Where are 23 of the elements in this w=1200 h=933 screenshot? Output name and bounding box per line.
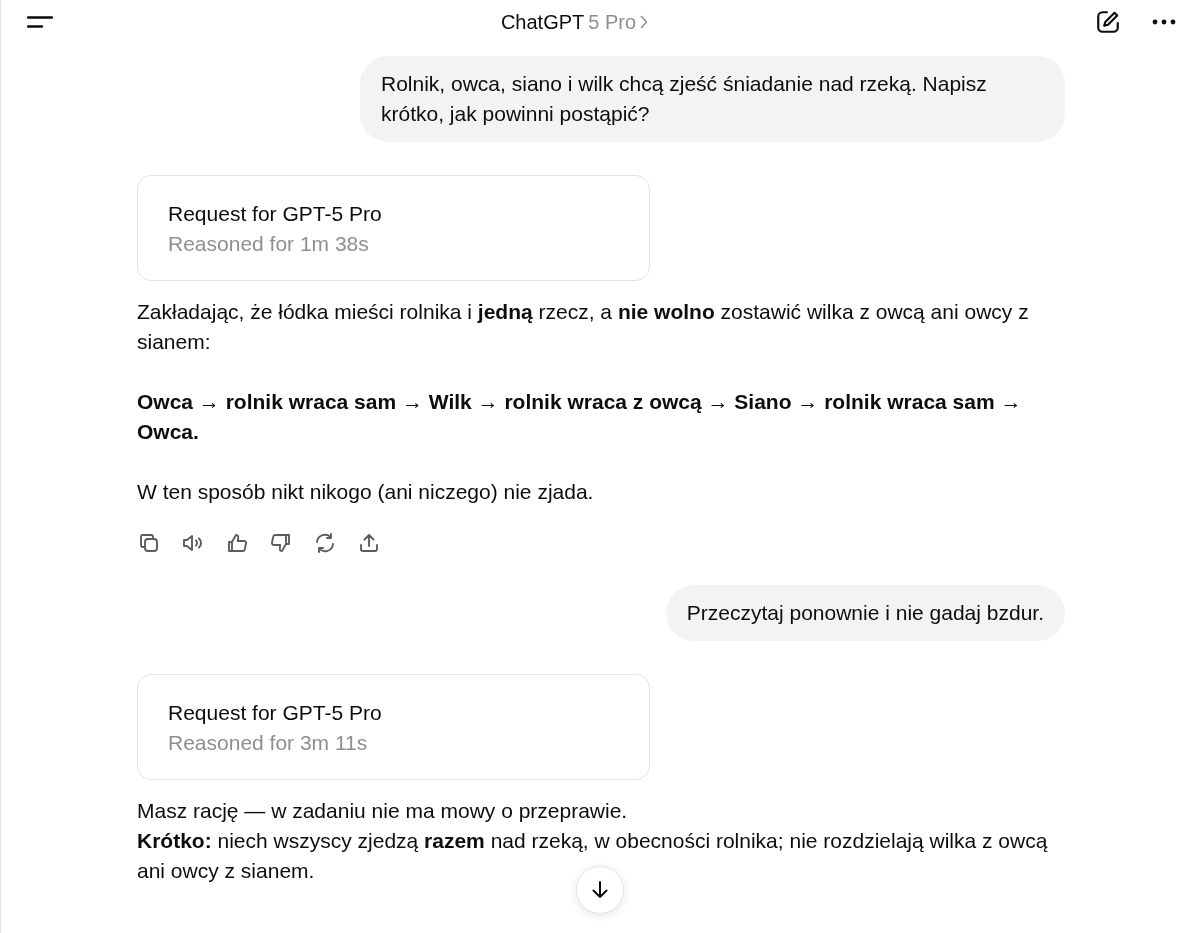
scroll-down-button[interactable] — [576, 866, 624, 914]
reasoning-title: Request for GPT-5 Pro — [168, 700, 383, 726]
reasoning-duration: Reasoned for 3m 11s — [168, 730, 369, 756]
thumbs-down-icon[interactable] — [269, 531, 293, 555]
thumbs-up-icon[interactable] — [225, 531, 249, 555]
reasoning-card[interactable]: Request for GPT-5 Pro Reasoned for 3m 11s — [137, 674, 650, 780]
reasoning-title: Request for GPT-5 Pro — [168, 201, 383, 227]
chevron-icon[interactable] — [640, 15, 649, 29]
response-text: Masz rację — w zadaniu nie ma mowy o przeprawie. — [137, 798, 629, 824]
share-icon[interactable] — [357, 531, 381, 555]
reasoning-card[interactable]: Request for GPT-5 Pro Reasoned for 1m 38s — [137, 175, 650, 281]
reasoning-duration: Reasoned for 1m 38s — [168, 231, 370, 257]
response-text: W ten sposób nikt nikogo (ani niczego) nie zjada. — [137, 479, 595, 505]
regenerate-icon[interactable] — [313, 531, 337, 555]
response-text: Zakładając, że łódka mieści rolnika i jedną rzecz, a nie wolno zostawić wilka z owcą ani owcy z sianem: — [137, 299, 1030, 355]
response-text: Owca → rolnik wraca sam → Wilk → rolnik wraca z owcą → Siano → rolnik wraca sam → Owca. — [137, 389, 1023, 445]
user-message: Rolnik, owca, siano i wilk chcą zjeść śniadanie nad rzeką. Napisz krótko, jak powinni postąpić? — [360, 56, 1065, 142]
app-title[interactable]: ChatGPT — [500, 7, 585, 37]
arrow-down-icon — [590, 880, 610, 900]
copy-icon[interactable] — [137, 531, 161, 555]
compose-icon[interactable] — [1094, 8, 1122, 36]
user-message: Przeczytaj ponownie i nie gadaj bzdur. — [665, 585, 1065, 641]
response-text: Krótko: niech wszyscy zjedzą razem nad rzeką, w obecności rolnika; nie rozdzielają wilka z owcą ani owcy z sianem. — [137, 828, 1049, 884]
